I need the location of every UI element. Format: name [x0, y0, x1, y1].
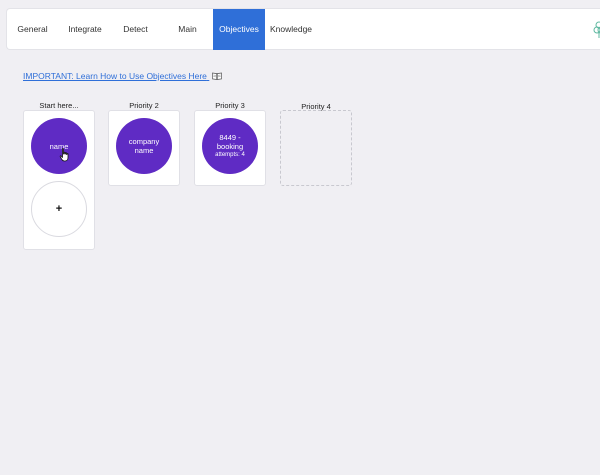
objective-node[interactable]: 8449 - booking attempts: 4 [202, 118, 258, 174]
column-label-priority-3: Priority 3 [215, 101, 245, 110]
tab-main[interactable]: Main [162, 9, 213, 50]
objectives-guide-link[interactable]: IMPORTANT: Learn How to Use Objectives H… [23, 71, 223, 81]
plus-icon: + [55, 203, 63, 215]
node-attempts: attempts: 4 [215, 152, 245, 158]
node-label-line2: booking [216, 142, 244, 151]
objective-node[interactable]: name [31, 118, 87, 174]
tab-general[interactable]: General [7, 9, 58, 50]
hand-pointer-icon [59, 148, 69, 162]
node-label-line2: name [134, 146, 154, 155]
tab-integrate[interactable]: Integrate [60, 9, 110, 50]
column-label-priority-2: Priority 2 [129, 101, 159, 110]
brain-tree-icon[interactable] [592, 21, 600, 39]
node-label-line1: company [128, 137, 160, 146]
tab-objectives[interactable]: Objectives [213, 9, 265, 50]
tab-knowledge[interactable]: Knowledge [266, 9, 316, 50]
book-icon [212, 72, 223, 80]
objective-drop-zone-priority-4[interactable] [280, 110, 352, 186]
column-label-start: Start here... [39, 101, 79, 110]
objective-card-start: name + [23, 110, 95, 250]
guide-link-text: IMPORTANT: Learn How to Use Objectives H… [23, 71, 207, 81]
objective-card-priority-2: company name [108, 110, 180, 186]
tab-detect[interactable]: Detect [111, 9, 160, 50]
add-objective-button[interactable]: + [31, 181, 87, 237]
node-label-line1: 8449 - [219, 133, 241, 142]
objective-node[interactable]: company name [116, 118, 172, 174]
top-nav-bar: General Integrate Detect Main Objectives… [6, 8, 600, 50]
objective-card-priority-3: 8449 - booking attempts: 4 [194, 110, 266, 186]
